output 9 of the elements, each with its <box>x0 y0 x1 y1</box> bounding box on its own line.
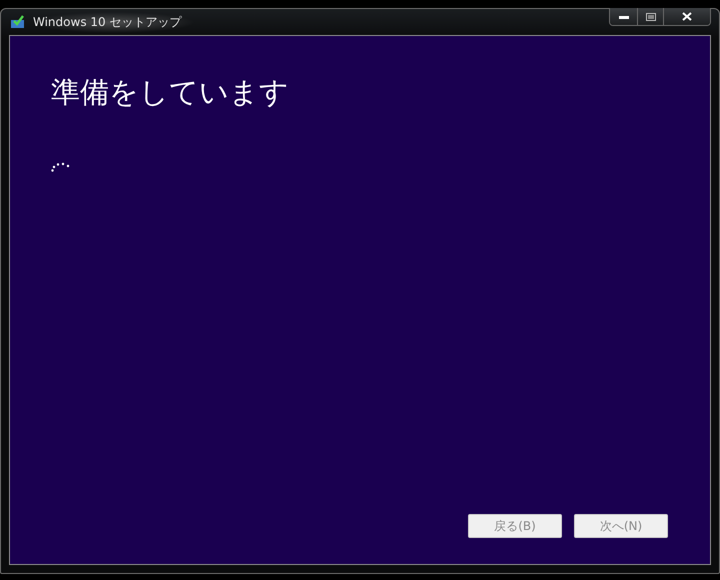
close-icon <box>682 12 692 21</box>
setup-icon <box>10 15 25 29</box>
minimize-button[interactable] <box>610 8 638 25</box>
loading-spinner-icon <box>51 162 71 172</box>
maximize-button[interactable] <box>638 8 664 25</box>
close-button[interactable] <box>664 8 710 25</box>
maximize-icon <box>646 12 656 20</box>
minimize-icon <box>618 14 628 18</box>
page-heading: 準備をしています <box>51 74 289 110</box>
